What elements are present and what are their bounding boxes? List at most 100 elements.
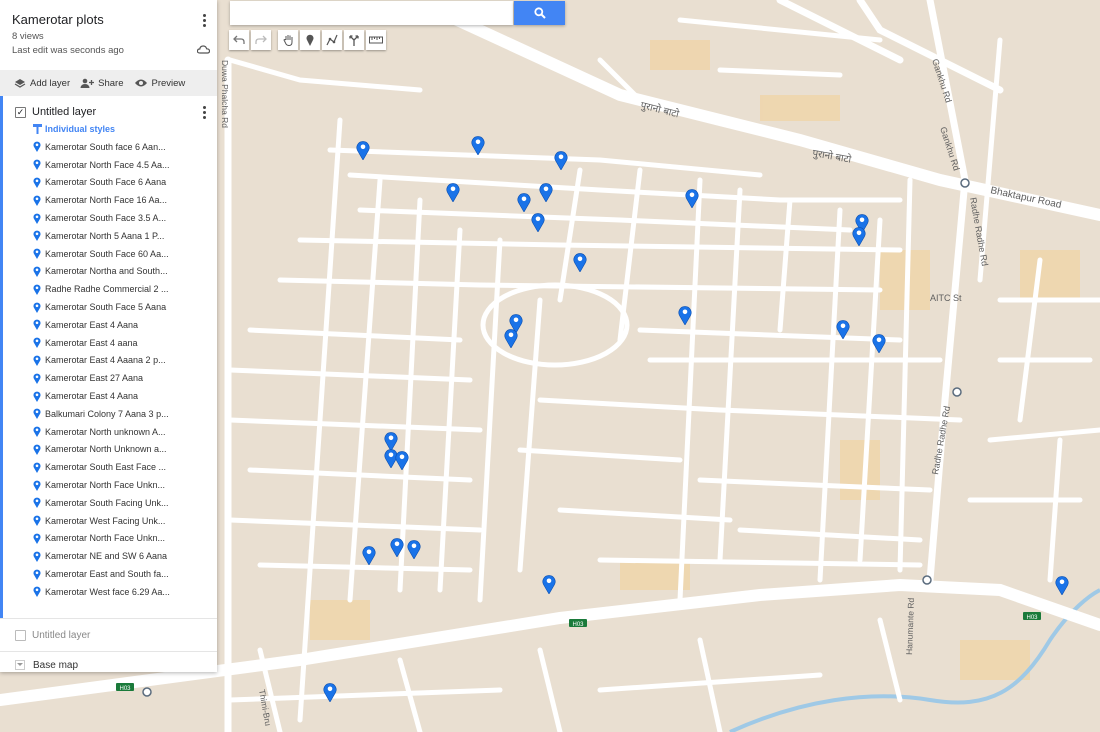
place-name: Kamerotar Northa and South... bbox=[45, 266, 168, 277]
map-marker[interactable] bbox=[446, 182, 460, 203]
preview-button[interactable]: Preview bbox=[134, 78, 185, 89]
list-item[interactable]: Kamerotar South Face 60 Aa... bbox=[3, 245, 217, 263]
place-name: Balkumari Colony 7 Aana 3 p... bbox=[45, 408, 169, 419]
map-marker[interactable] bbox=[554, 150, 568, 171]
list-item[interactable]: Kamerotar West face 6.29 Aa... bbox=[3, 583, 217, 601]
share-button[interactable]: Share bbox=[80, 78, 124, 89]
place-name: Kamerotar North Face 16 Aa... bbox=[45, 195, 168, 206]
layer2-visibility-checkbox[interactable] bbox=[15, 629, 26, 641]
map-marker[interactable] bbox=[517, 192, 531, 213]
map-marker[interactable] bbox=[504, 328, 518, 349]
place-marker-icon bbox=[33, 266, 41, 277]
road-label-aitc-st: AITC St bbox=[930, 293, 962, 303]
redo-icon bbox=[255, 35, 267, 44]
list-item[interactable]: Balkumari Colony 7 Aana 3 p... bbox=[3, 405, 217, 423]
layer-untitled-2[interactable]: Untitled layer bbox=[0, 618, 217, 651]
add-layer-label: Add layer bbox=[30, 77, 71, 89]
directions-button[interactable] bbox=[344, 30, 364, 50]
pan-hand-icon bbox=[282, 35, 292, 46]
list-item[interactable]: Kamerotar East 27 Aana bbox=[3, 369, 217, 387]
map-marker[interactable] bbox=[407, 539, 421, 560]
place-name: Kamerotar South face 6 Aan... bbox=[45, 141, 166, 152]
list-item[interactable]: Kamerotar East 4 Aana bbox=[3, 316, 217, 334]
place-marker-icon bbox=[33, 515, 41, 527]
list-item[interactable]: Kamerotar North Unknown a... bbox=[3, 441, 217, 459]
list-item[interactable]: Kamerotar South Face 5 Aana bbox=[3, 298, 217, 316]
draw-line-button[interactable] bbox=[322, 30, 342, 50]
kebab-menu-icon[interactable] bbox=[203, 14, 207, 27]
directions-icon bbox=[349, 35, 359, 46]
layer-header: ✓ Untitled layer bbox=[3, 102, 217, 122]
list-item[interactable]: Kamerotar East 4 Aana bbox=[3, 387, 217, 405]
measure-button[interactable] bbox=[366, 30, 386, 50]
map-marker[interactable] bbox=[685, 188, 699, 209]
list-item[interactable]: Kamerotar North unknown A... bbox=[3, 423, 217, 441]
place-marker-icon bbox=[33, 284, 41, 295]
map-marker[interactable] bbox=[531, 212, 545, 233]
list-item[interactable]: Kamerotar South Face 6 Aana bbox=[3, 174, 217, 192]
list-item[interactable]: Kamerotar East and South fa... bbox=[3, 565, 217, 583]
list-item[interactable]: Kamerotar East 4 aana bbox=[3, 334, 217, 352]
map-title[interactable]: Kamerotar plots bbox=[12, 12, 205, 27]
map-marker[interactable] bbox=[390, 537, 404, 558]
map-marker[interactable] bbox=[836, 319, 850, 340]
list-item[interactable]: Radhe Radhe Commercial 2 ... bbox=[3, 280, 217, 298]
list-item[interactable]: Kamerotar North 5 Aana 1 P... bbox=[3, 227, 217, 245]
map-marker[interactable] bbox=[356, 140, 370, 161]
base-map-toggle[interactable]: Base map bbox=[0, 651, 217, 672]
search-input[interactable] bbox=[230, 1, 513, 25]
place-marker-icon bbox=[33, 480, 41, 491]
list-item[interactable]: Kamerotar Northa and South... bbox=[3, 263, 217, 281]
list-item[interactable]: Kamerotar South face 6 Aan... bbox=[3, 138, 217, 156]
list-item[interactable]: Kamerotar NE and SW 6 Aana bbox=[3, 547, 217, 565]
redo-button[interactable] bbox=[251, 30, 271, 50]
map-marker[interactable] bbox=[852, 226, 866, 247]
chevron-down-icon bbox=[15, 660, 25, 670]
map-tools bbox=[229, 30, 386, 50]
map-marker[interactable] bbox=[542, 574, 556, 595]
map-marker[interactable] bbox=[678, 305, 692, 326]
list-item[interactable]: Kamerotar East 4 Aaana 2 p... bbox=[3, 352, 217, 370]
last-edit-status: Last edit was seconds ago bbox=[12, 45, 124, 56]
map-marker[interactable] bbox=[573, 252, 587, 273]
list-item[interactable]: Kamerotar South East Face ... bbox=[3, 458, 217, 476]
place-name: Kamerotar South Facing Unk... bbox=[45, 497, 169, 508]
add-marker-button[interactable] bbox=[300, 30, 320, 50]
place-marker-icon bbox=[33, 586, 41, 598]
map-marker[interactable] bbox=[539, 182, 553, 203]
map-marker[interactable] bbox=[395, 450, 409, 471]
place-name: Kamerotar East 27 Aana bbox=[45, 373, 144, 384]
list-item[interactable]: Kamerotar South Facing Unk... bbox=[3, 494, 217, 512]
layer-kebab-menu-icon[interactable] bbox=[203, 106, 207, 119]
place-marker-icon bbox=[33, 426, 41, 438]
individual-styles-link[interactable]: Individual styles bbox=[3, 124, 217, 134]
undo-button[interactable] bbox=[229, 30, 249, 50]
list-item[interactable]: Kamerotar North Face 16 Aa... bbox=[3, 191, 217, 209]
layer-visibility-checkbox[interactable]: ✓ bbox=[15, 106, 26, 118]
search-button[interactable] bbox=[514, 1, 565, 25]
list-item[interactable]: Kamerotar North Face Unkn... bbox=[3, 530, 217, 548]
map-marker[interactable] bbox=[1055, 575, 1069, 596]
pan-tool-button[interactable] bbox=[278, 30, 298, 50]
map-marker[interactable] bbox=[362, 545, 376, 566]
map-views-count: 8 views bbox=[12, 31, 44, 42]
layer-name[interactable]: Untitled layer bbox=[32, 106, 96, 118]
list-item[interactable]: Kamerotar West Facing Unk... bbox=[3, 512, 217, 530]
place-marker-icon bbox=[33, 195, 41, 206]
svg-text:H03: H03 bbox=[119, 686, 131, 692]
place-marker-icon bbox=[33, 444, 41, 455]
place-name: Kamerotar East 4 Aaana 2 p... bbox=[45, 355, 166, 366]
list-item[interactable]: Kamerotar North Face Unkn... bbox=[3, 476, 217, 494]
panel-actions: Add layer Share Preview bbox=[0, 70, 217, 96]
place-marker-icon bbox=[33, 337, 41, 349]
map-marker[interactable] bbox=[872, 333, 886, 354]
place-name: Kamerotar East 4 Aana bbox=[45, 391, 139, 402]
place-marker-icon bbox=[33, 355, 41, 366]
map-marker[interactable] bbox=[323, 682, 337, 703]
place-marker-icon bbox=[33, 213, 41, 224]
highway-shield-3: H03 bbox=[116, 683, 134, 692]
map-marker[interactable] bbox=[471, 135, 485, 156]
add-layer-button[interactable]: Add layer bbox=[14, 78, 70, 89]
list-item[interactable]: Kamerotar North Face 4.5 Aa... bbox=[3, 156, 217, 174]
list-item[interactable]: Kamerotar South Face 3.5 A... bbox=[3, 209, 217, 227]
